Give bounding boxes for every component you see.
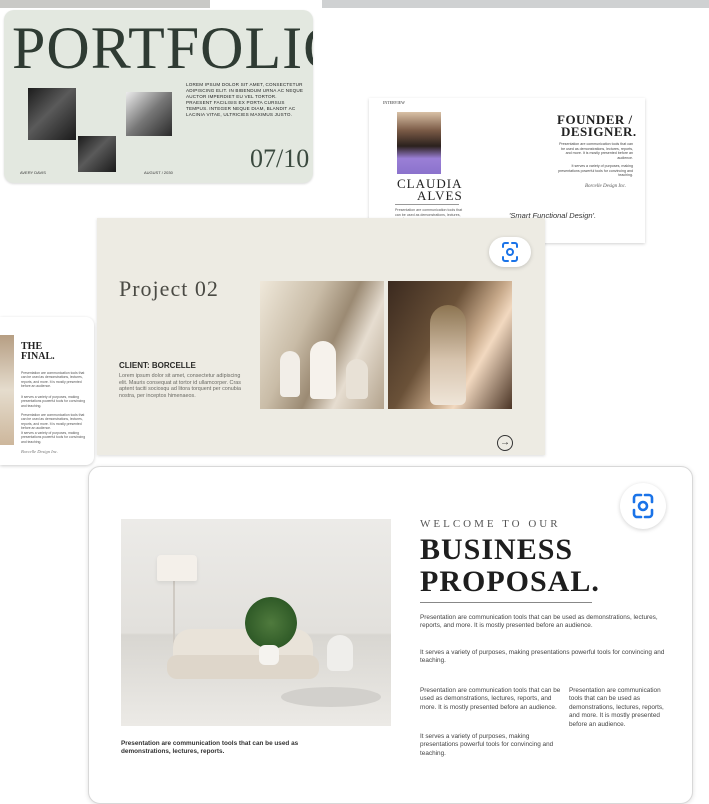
founder-heading: DESIGNER. <box>561 124 637 139</box>
portfolio-author: Avery Davis <box>20 170 46 175</box>
top-strip-left <box>0 0 210 8</box>
vase-shape <box>280 351 300 397</box>
business-paragraph: It serves a variety of purposes, making … <box>420 649 665 665</box>
founder-signature: Borcelle Design Inc. <box>585 184 627 189</box>
founder-photo <box>397 112 441 174</box>
founder-interview-label: Interview <box>383 100 405 105</box>
final-card[interactable]: THE FINAL. Presentation are communicatio… <box>0 317 94 465</box>
plant-shape <box>245 597 297 649</box>
lens-scan-icon <box>502 242 518 262</box>
final-signature: Borcelle Design Inc. <box>21 449 58 454</box>
project-client: CLIENT: BORCELLE <box>119 361 196 370</box>
business-photo-living-room <box>121 519 391 726</box>
business-column-text: Presentation are communication tools tha… <box>420 687 561 711</box>
portfolio-photo <box>126 92 172 136</box>
business-title: PROPOSAL. <box>420 565 600 598</box>
vase-shape <box>327 635 353 671</box>
business-column-text: Presentation are communication tools tha… <box>569 687 664 728</box>
portfolio-photo <box>78 136 116 172</box>
portfolio-page-number: 07/10 <box>250 144 310 173</box>
arrow-right-circle-icon[interactable]: → <box>497 435 513 451</box>
final-paragraph: It serves a variety of purposes, making … <box>21 431 86 444</box>
final-photo <box>0 335 14 445</box>
portfolio-date: August / 2030 <box>144 170 173 175</box>
business-proposal-card[interactable]: Presentation are communication tools tha… <box>88 466 693 804</box>
business-column-text: It serves a variety of purposes, making … <box>420 733 554 757</box>
figure-shape <box>430 305 466 405</box>
founder-paragraph: It serves a variety of purposes, making … <box>558 164 633 178</box>
project-photo-vases <box>260 281 384 409</box>
vase-shape <box>346 359 368 399</box>
portfolio-card[interactable]: PORTFOLIO Lorem ipsum dolor sit amet, co… <box>4 10 313 183</box>
final-paragraph: It serves a variety of purposes, making … <box>21 395 86 408</box>
pot-shape <box>259 645 279 665</box>
vase-shape <box>310 341 336 399</box>
business-welcome: WELCOME TO OUR <box>420 518 561 530</box>
divider <box>395 204 459 205</box>
project-title: Project 02 <box>119 276 219 301</box>
project-card[interactable]: Project 02 CLIENT: BORCELLE Lorem ipsum … <box>97 218 545 455</box>
rug-shape <box>281 687 381 707</box>
lamp-shape <box>157 555 197 581</box>
founder-last-name: ALVES <box>417 188 463 203</box>
portfolio-body-text: Lorem ipsum dolor sit amet, consectetur … <box>186 82 304 117</box>
portfolio-photo <box>28 88 76 140</box>
business-caption: Presentation are communication tools tha… <box>121 740 299 756</box>
business-paragraph: Presentation are communication tools tha… <box>420 614 658 630</box>
lens-scan-icon <box>632 493 654 519</box>
final-paragraph: Presentation are communication tools tha… <box>21 371 85 389</box>
divider <box>420 602 592 603</box>
sofa-shape <box>167 655 319 679</box>
business-title: BUSINESS <box>420 533 574 566</box>
lens-scan-button[interactable] <box>620 483 666 529</box>
final-paragraph: Presentation are communication tools tha… <box>21 413 85 431</box>
project-photo-woman <box>388 281 512 409</box>
portfolio-title: PORTFOLIO <box>12 15 313 81</box>
top-strip-right <box>322 0 709 8</box>
founder-paragraph: Presentation are communication tools tha… <box>559 142 633 160</box>
lens-scan-button[interactable] <box>489 237 531 267</box>
project-body-text: Lorem ipsum dolor sit amet, consectetur … <box>119 373 241 399</box>
final-title: FINAL. <box>21 351 55 362</box>
